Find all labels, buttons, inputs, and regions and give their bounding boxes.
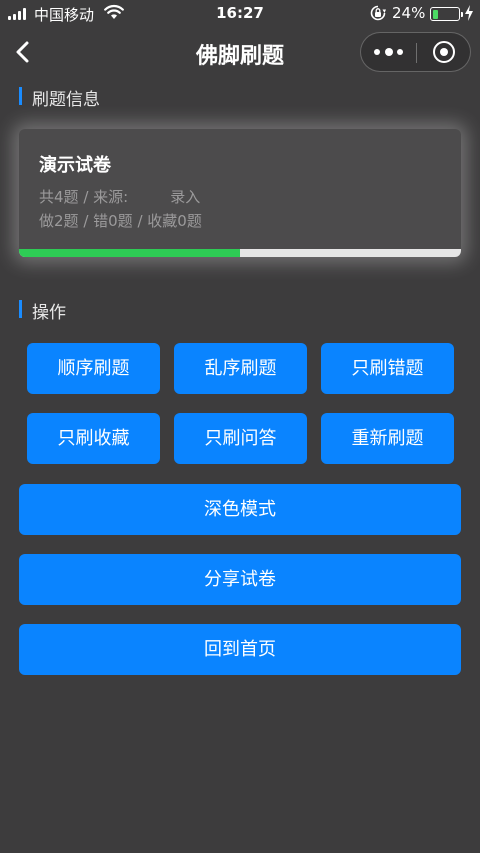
- section-title: 操作: [32, 303, 66, 323]
- total-questions: 共4题: [39, 188, 79, 206]
- wrong-only-button[interactable]: 只刷错题: [321, 343, 454, 394]
- progress-fill: [19, 249, 240, 257]
- source-value: 录入: [170, 188, 201, 206]
- orientation-lock-icon: [370, 5, 386, 21]
- nav-bar: 佛脚刷题: [0, 28, 480, 76]
- wrong-count: 错0题: [93, 212, 133, 230]
- battery-icon: [430, 7, 463, 21]
- section-title: 刷题信息: [32, 90, 100, 110]
- status-bar: 中国移动 16:27 24%: [0, 0, 480, 28]
- sequential-practice-button[interactable]: 顺序刷题: [27, 343, 160, 394]
- charging-bolt-icon: [465, 5, 473, 21]
- battery-percent: 24%: [392, 4, 426, 22]
- more-button[interactable]: [361, 33, 416, 71]
- progress-bar: [19, 249, 461, 257]
- done-count: 做2题: [39, 212, 79, 230]
- random-practice-button[interactable]: 乱序刷题: [174, 343, 307, 394]
- favorites-only-button[interactable]: 只刷收藏: [27, 413, 160, 464]
- back-home-button[interactable]: 回到首页: [19, 624, 461, 675]
- paper-meta-line: 共4题 / 来源: 录入: [39, 188, 201, 206]
- more-dots-icon: [374, 49, 380, 55]
- paper-stats-line: 做2题 / 错0题 / 收藏0题: [39, 212, 202, 230]
- qa-only-button[interactable]: 只刷问答: [174, 413, 307, 464]
- paper-info-card: 演示试卷 共4题 / 来源: 录入 做2题 / 错0题 / 收藏0题: [19, 129, 461, 257]
- favorite-count: 收藏0题: [147, 212, 202, 230]
- dark-mode-button[interactable]: 深色模式: [19, 484, 461, 535]
- close-miniprogram-button[interactable]: [417, 33, 471, 71]
- paper-title: 演示试卷: [39, 155, 111, 176]
- restart-practice-button[interactable]: 重新刷题: [321, 413, 454, 464]
- miniprogram-capsule: [360, 32, 471, 72]
- source-label: 来源:: [93, 188, 129, 206]
- share-paper-button[interactable]: 分享试卷: [19, 554, 461, 605]
